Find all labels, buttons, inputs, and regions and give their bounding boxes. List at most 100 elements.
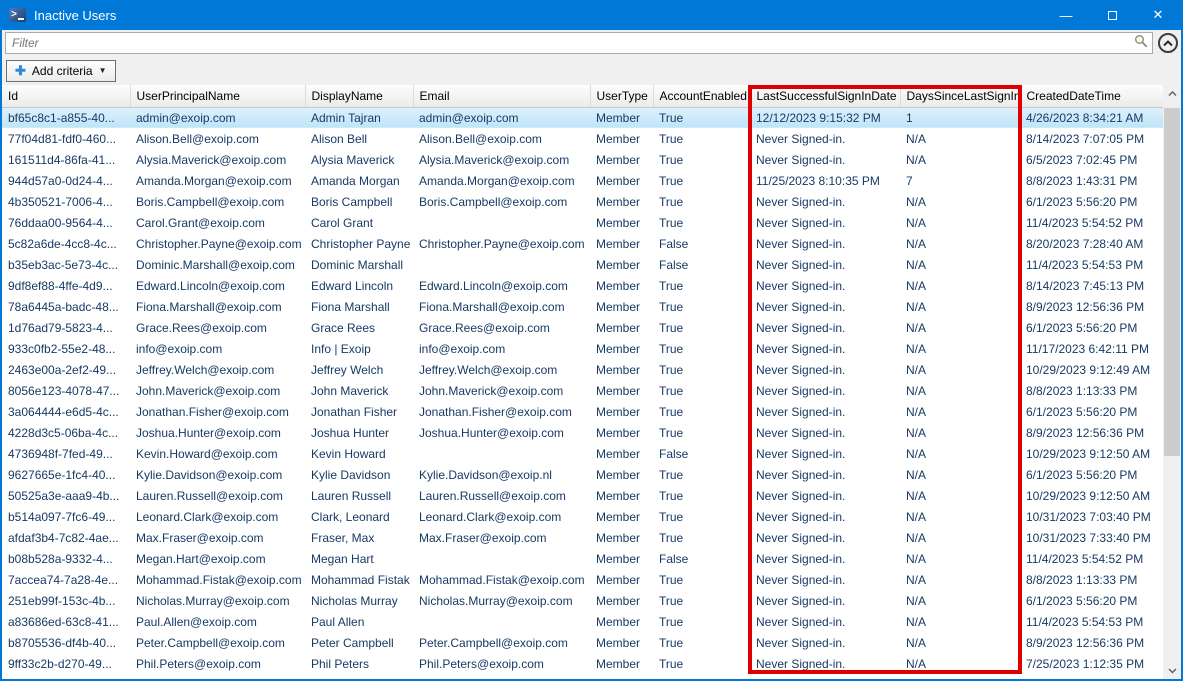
column-header-accountenabled[interactable]: AccountEnabled — [653, 85, 750, 107]
table-cell: 7 — [900, 170, 1020, 191]
table-cell: Never Signed-in. — [750, 422, 900, 443]
column-header-usertype[interactable]: UserType — [590, 85, 653, 107]
table-cell: Amanda.Morgan@exoip.com — [413, 170, 590, 191]
table-cell: False — [653, 254, 750, 275]
table-cell: N/A — [900, 611, 1020, 632]
table-cell: Edward.Lincoln@exoip.com — [130, 275, 305, 296]
table-row[interactable]: 4b350521-7006-4...Boris.Campbell@exoip.c… — [2, 191, 1163, 212]
table-cell: Fiona.Marshall@exoip.com — [130, 296, 305, 317]
table-cell: 8/9/2023 12:56:36 PM — [1020, 422, 1163, 443]
table-cell: Alison Bell — [305, 128, 413, 149]
table-cell: True — [653, 422, 750, 443]
table-cell: Member — [590, 212, 653, 233]
table-cell: 8056e123-4078-47... — [2, 380, 130, 401]
vertical-scrollbar[interactable] — [1163, 85, 1181, 679]
table-cell: 11/17/2023 6:42:11 PM — [1020, 338, 1163, 359]
table-cell: 3a064444-e6d5-4c... — [2, 401, 130, 422]
table-cell: Lauren.Russell@exoip.com — [130, 485, 305, 506]
filter-input[interactable] — [10, 34, 1130, 52]
scroll-down-button[interactable] — [1163, 662, 1181, 679]
minimize-button[interactable]: — — [1043, 0, 1089, 30]
add-criteria-button[interactable]: ✚ Add criteria ▼ — [6, 60, 116, 82]
table-row[interactable]: b08b528a-9332-4...Megan.Hart@exoip.comMe… — [2, 548, 1163, 569]
table-row[interactable]: 9df8ef88-4ffe-4d9...Edward.Lincoln@exoip… — [2, 275, 1163, 296]
table-cell: False — [653, 443, 750, 464]
table-cell: Admin Tajran — [305, 107, 413, 128]
table-cell: Jeffrey.Welch@exoip.com — [413, 359, 590, 380]
scrollbar-thumb[interactable] — [1164, 108, 1180, 456]
table-row[interactable]: bf65c8c1-a855-40...admin@exoip.comAdmin … — [2, 107, 1163, 128]
table-cell: Never Signed-in. — [750, 485, 900, 506]
table-row[interactable]: afdaf3b4-7c82-4ae...Max.Fraser@exoip.com… — [2, 527, 1163, 548]
add-criteria-label: Add criteria — [32, 64, 93, 78]
table-row[interactable]: 8056e123-4078-47...John.Maverick@exoip.c… — [2, 380, 1163, 401]
table-row[interactable]: 5c82a6de-4cc8-4c...Christopher.Payne@exo… — [2, 233, 1163, 254]
table-cell: afdaf3b4-7c82-4ae... — [2, 527, 130, 548]
table-cell: 8/8/2023 1:13:33 PM — [1020, 569, 1163, 590]
table-cell: Member — [590, 338, 653, 359]
table-cell: True — [653, 128, 750, 149]
table-cell: 5c82a6de-4cc8-4c... — [2, 233, 130, 254]
table-cell: 10/29/2023 9:12:50 AM — [1020, 485, 1163, 506]
table-row[interactable]: 161511d4-86fa-41...Alysia.Maverick@exoip… — [2, 149, 1163, 170]
table-cell: N/A — [900, 128, 1020, 149]
table-cell: N/A — [900, 653, 1020, 674]
table-cell: Megan Hart — [305, 548, 413, 569]
table-row[interactable]: 77f04d81-fdf0-460...Alison.Bell@exoip.co… — [2, 128, 1163, 149]
table-cell: 11/4/2023 5:54:52 PM — [1020, 548, 1163, 569]
column-header-userprincipalname[interactable]: UserPrincipalName — [130, 85, 305, 107]
table-cell: Never Signed-in. — [750, 317, 900, 338]
table-cell: Never Signed-in. — [750, 653, 900, 674]
table-cell: N/A — [900, 254, 1020, 275]
maximize-button[interactable] — [1089, 0, 1135, 30]
table-row[interactable]: 9627665e-1fc4-40...Kylie.Davidson@exoip.… — [2, 464, 1163, 485]
table-cell: Alysia.Maverick@exoip.com — [413, 149, 590, 170]
column-header-id[interactable]: Id — [2, 85, 130, 107]
column-header-lastsuccessfulsignindate[interactable]: LastSuccessfulSignInDate — [750, 85, 900, 107]
table-cell: 251eb99f-153c-4b... — [2, 590, 130, 611]
table-cell: Fraser, Max — [305, 527, 413, 548]
column-header-createddatetime[interactable]: CreatedDateTime — [1020, 85, 1163, 107]
table-cell: Grace.Rees@exoip.com — [413, 317, 590, 338]
table-row[interactable]: b35eb3ac-5e73-4c...Dominic.Marshall@exoi… — [2, 254, 1163, 275]
collapse-criteria-button[interactable] — [1158, 33, 1178, 53]
table-cell: Never Signed-in. — [750, 506, 900, 527]
table-cell: Alysia.Maverick@exoip.com — [130, 149, 305, 170]
table-row[interactable]: 4228d3c5-06ba-4c...Joshua.Hunter@exoip.c… — [2, 422, 1163, 443]
table-row[interactable]: 76ddaa00-9564-4...Carol.Grant@exoip.comC… — [2, 212, 1163, 233]
scroll-up-button[interactable] — [1163, 85, 1181, 102]
table-row[interactable]: 1d76ad79-5823-4...Grace.Rees@exoip.comGr… — [2, 317, 1163, 338]
table-cell: Kylie Davidson — [305, 464, 413, 485]
table-row[interactable]: 50525a3e-aaa9-4b...Lauren.Russell@exoip.… — [2, 485, 1163, 506]
table-row[interactable]: b514a097-7fc6-49...Leonard.Clark@exoip.c… — [2, 506, 1163, 527]
column-header-displayname[interactable]: DisplayName — [305, 85, 413, 107]
table-row[interactable]: 7accea74-7a28-4e...Mohammad.Fistak@exoip… — [2, 569, 1163, 590]
table-row[interactable]: 78a6445a-badc-48...Fiona.Marshall@exoip.… — [2, 296, 1163, 317]
table-row[interactable]: 933c0fb2-55e2-48...info@exoip.comInfo | … — [2, 338, 1163, 359]
table-row[interactable]: 4736948f-7fed-49...Kevin.Howard@exoip.co… — [2, 443, 1163, 464]
table-cell: Member — [590, 275, 653, 296]
table-row[interactable]: 9ff33c2b-d270-49...Phil.Peters@exoip.com… — [2, 653, 1163, 674]
column-header-dayssincelastsignin[interactable]: DaysSinceLastSignIn — [900, 85, 1020, 107]
table-cell: Mohammad Fistak — [305, 569, 413, 590]
table-cell: Phil.Peters@exoip.com — [130, 653, 305, 674]
table-row[interactable]: a83686ed-63c8-41...Paul.Allen@exoip.comP… — [2, 611, 1163, 632]
table-cell: Boris.Campbell@exoip.com — [130, 191, 305, 212]
table-cell: John Maverick — [305, 380, 413, 401]
table-cell: Alysia Maverick — [305, 149, 413, 170]
table-cell: Never Signed-in. — [750, 233, 900, 254]
table-row[interactable]: 3a064444-e6d5-4c...Jonathan.Fisher@exoip… — [2, 401, 1163, 422]
table-cell: Peter.Campbell@exoip.com — [130, 632, 305, 653]
table-cell: 11/4/2023 5:54:53 PM — [1020, 611, 1163, 632]
table-cell: True — [653, 590, 750, 611]
table-row[interactable]: 944d57a0-0d24-4...Amanda.Morgan@exoip.co… — [2, 170, 1163, 191]
table-row[interactable]: 251eb99f-153c-4b...Nicholas.Murray@exoip… — [2, 590, 1163, 611]
table-cell: Never Signed-in. — [750, 464, 900, 485]
column-header-email[interactable]: Email — [413, 85, 590, 107]
close-button[interactable]: ✕ — [1135, 0, 1181, 30]
table-cell: Member — [590, 443, 653, 464]
table-cell: 77f04d81-fdf0-460... — [2, 128, 130, 149]
table-row[interactable]: b8705536-df4b-40...Peter.Campbell@exoip.… — [2, 632, 1163, 653]
table-cell: Grace.Rees@exoip.com — [130, 317, 305, 338]
table-row[interactable]: 2463e00a-2ef2-49...Jeffrey.Welch@exoip.c… — [2, 359, 1163, 380]
